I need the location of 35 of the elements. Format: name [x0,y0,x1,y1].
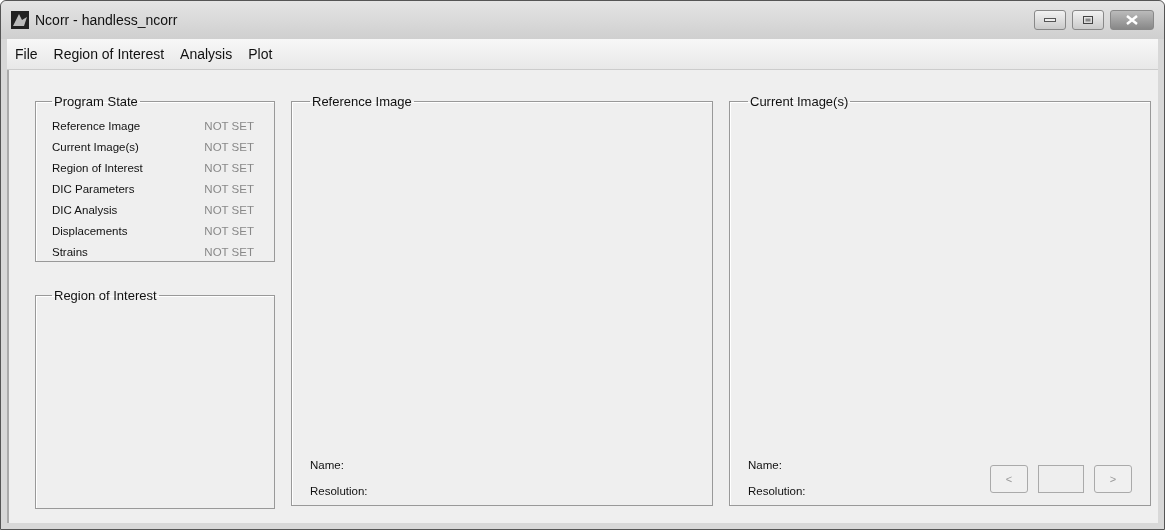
app-icon [11,11,29,29]
panel-title: Current Image(s) [749,94,850,109]
state-label: Reference Image [52,119,141,132]
state-label: Region of Interest [52,161,143,174]
close-icon [1126,15,1138,25]
menu-item[interactable]: File [15,46,38,62]
state-status: NOT SET [204,119,254,132]
state-status: NOT SET [204,140,254,153]
state-label: DIC Parameters [52,182,135,195]
image-index-field[interactable] [1038,465,1084,493]
menu-item[interactable]: Plot [248,46,273,62]
state-status: NOT SET [204,161,254,174]
state-label: Strains [52,245,88,258]
maximize-icon [1083,16,1093,24]
panel-title: Region of Interest [53,288,158,303]
panel-title: Program State [53,94,139,109]
maximize-button[interactable] [1072,10,1104,30]
name-label: Name: [748,459,783,471]
name-label: Name: [310,459,345,471]
resolution-label: Resolution: [310,485,369,497]
state-status: NOT SET [204,224,254,237]
state-status: NOT SET [204,245,254,258]
state-label: Displacements [52,224,128,237]
panel-title: Reference Image [311,94,413,109]
state-label: DIC Analysis [52,203,118,216]
resolution-label: Resolution: [748,485,806,497]
window-title: Ncorr - handless_ncorr [35,12,178,28]
close-button[interactable] [1110,10,1154,30]
menu-item[interactable]: Region of Interest [53,46,165,62]
menu-item[interactable]: Analysis [180,46,233,62]
state-status: NOT SET [204,182,254,195]
state-status: NOT SET [204,203,254,216]
minimize-icon [1044,18,1056,22]
state-label: Current Image(s) [52,140,139,153]
minimize-button[interactable] [1034,10,1066,30]
